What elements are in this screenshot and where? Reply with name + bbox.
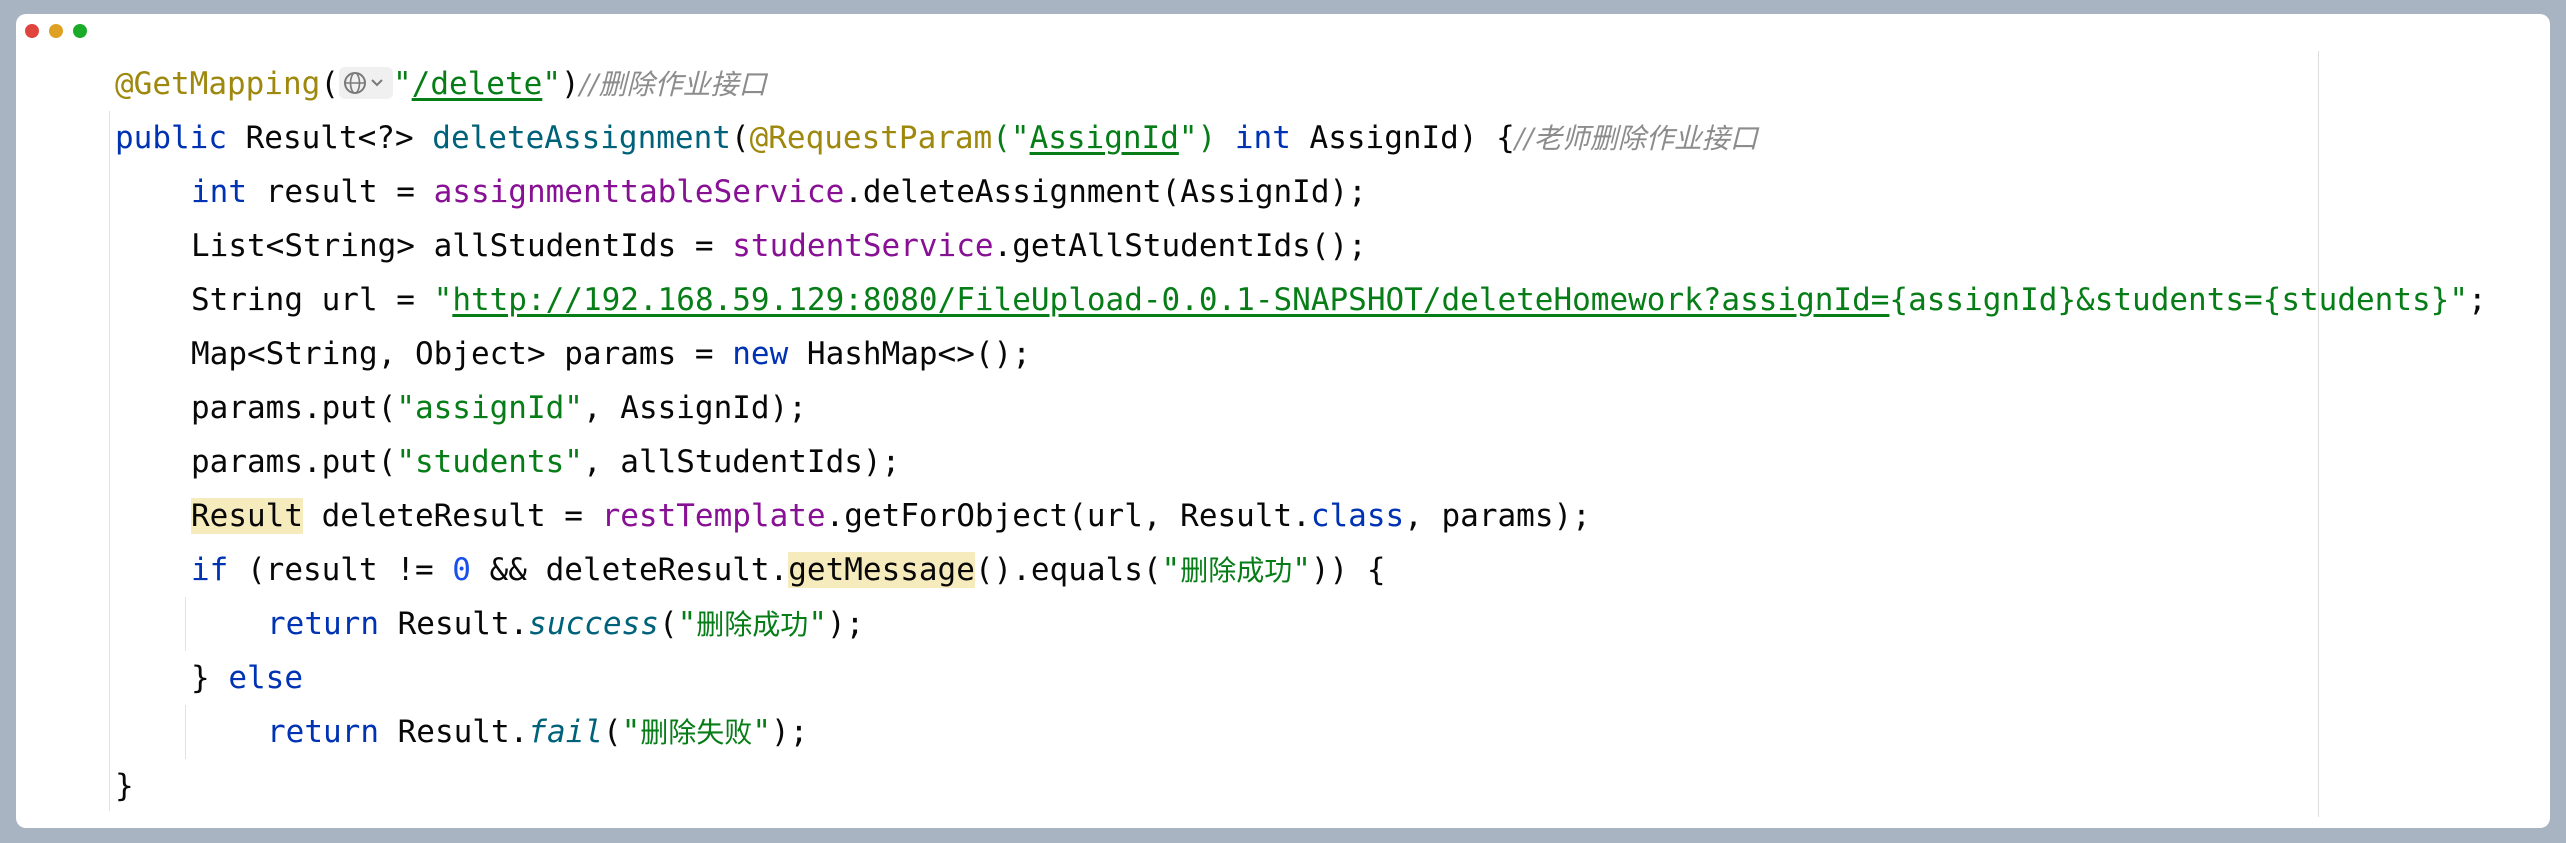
paren-token: ( [320,66,339,102]
code-line-11: return Result.success("删除成功"); [16,597,2550,651]
annotation-token: @GetMapping [115,66,321,102]
code-text: , allStudentIds); [582,444,901,480]
code-text: ( [658,606,678,642]
keyword-if: if [191,552,229,588]
comment: //老师删除作业接口 [1514,122,1758,155]
code-text: (result != [228,552,453,588]
string-token: 删除成功 [696,608,809,641]
code-line-1: @GetMapping( "/delete")//删除作业接口 [16,57,2550,111]
string-quote: " [621,714,641,750]
code-text: deleteResult = [302,498,602,534]
string-token: 删除失败 [640,716,753,749]
code-text: Result. [378,714,529,750]
string-quote: " [1161,552,1181,588]
code-text: Result. [378,606,529,642]
code-line-7: params.put("assignId", AssignId); [16,381,2550,435]
code-text: .deleteAssignment(AssignId); [844,174,1367,210]
string-quote: " [1292,552,1311,588]
paren-token: ( [730,120,750,156]
globe-dropdown-icon[interactable] [338,67,393,99]
code-text: ); [826,606,865,642]
string-quote: " [808,606,827,642]
code-area[interactable]: @GetMapping("/delete")//删除作业接口 public Re… [16,57,2550,813]
code-text: .getAllStudentIds(); [993,228,1367,264]
string-quote: " [677,606,697,642]
mapping-path[interactable]: /delete [412,66,543,102]
code-line-4: List<String> allStudentIds = studentServ… [16,219,2550,273]
number-token: 0 [452,552,471,588]
code-text: ( [602,714,622,750]
field-token[interactable]: restTemplate [602,498,826,534]
keyword-int: int [191,174,247,210]
comment: //删除作业接口 [579,68,767,101]
code-line-8: params.put("students", allStudentIds); [16,435,2550,489]
code-text: .getForObject(url, Result. [825,498,1311,534]
string-quote: " [752,714,771,750]
paren-token: ) [560,66,580,102]
method-name[interactable]: deleteAssignment [432,120,731,156]
code-text: HashMap<>(); [788,336,1031,372]
code-text: ; [2468,282,2487,318]
string-token: "assignId" [396,390,583,426]
keyword-else: else [228,660,303,696]
string-quote: (" [992,120,1030,156]
string-token: "students" [396,444,583,480]
code-line-14: } [16,759,2550,813]
code-text: ); [770,714,809,750]
highlighted-method[interactable]: getMessage [788,552,975,588]
string-quote: " [392,66,412,102]
window-minimize-button[interactable] [49,24,63,38]
annotation-token: @RequestParam [749,120,993,156]
code-line-10: if (result != 0 && deleteResult.getMessa… [16,543,2550,597]
field-token[interactable]: assignmenttableService [434,174,845,210]
code-text: } [191,660,229,696]
code-text: && deleteResult. [470,552,789,588]
request-param-name[interactable]: AssignId [1030,120,1179,156]
code-line-13: return Result.fail("删除失败"); [16,705,2550,759]
return-type: Result<?> [226,120,433,156]
window-maximize-button[interactable] [73,24,87,38]
string-quote: ") [1178,120,1235,156]
string-token: {assignId}&students={students}" [1889,282,2468,318]
keyword-class: class [1310,498,1405,534]
code-text: )) { [1310,552,1386,588]
static-method[interactable]: fail [528,714,603,750]
string-quote: " [542,66,561,102]
window-close-button[interactable] [25,24,39,38]
code-line-3: int result = assignmenttableService.dele… [16,165,2550,219]
static-method[interactable]: success [528,606,659,642]
code-line-9: Result deleteResult = restTemplate.getFo… [16,489,2550,543]
code-text: AssignId) { [1290,120,1515,156]
string-token: 删除成功 [1180,554,1293,587]
keyword-public: public [115,120,227,156]
editor-window: @GetMapping("/delete")//删除作业接口 public Re… [16,14,2550,828]
field-token[interactable]: studentService [732,228,993,264]
code-line-5: String url = "http://192.168.59.129:8080… [16,273,2550,327]
keyword-return: return [267,606,379,642]
code-text: params.put( [191,444,397,480]
code-text: , params); [1404,498,1591,534]
keyword-new: new [732,336,789,372]
url-link[interactable]: http://192.168.59.129:8080/FileUpload-0.… [452,282,1889,318]
code-text: Map<String, Object> params = [191,336,733,372]
code-line-2: public Result<?> deleteAssignment(@Reque… [16,111,2550,165]
closing-brace: } [115,768,134,804]
code-text: ().equals( [974,552,1162,588]
code-text: result = [247,174,434,210]
code-line-6: Map<String, Object> params = new HashMap… [16,327,2550,381]
keyword-int: int [1234,120,1291,156]
code-text: List<String> allStudentIds = [191,228,733,264]
keyword-return: return [267,714,379,750]
highlighted-type[interactable]: Result [191,498,303,534]
code-text: String url = [191,282,434,318]
code-line-12: } else [16,651,2550,705]
code-text: , AssignId); [582,390,807,426]
code-text: params.put( [191,390,397,426]
string-quote: " [433,282,453,318]
